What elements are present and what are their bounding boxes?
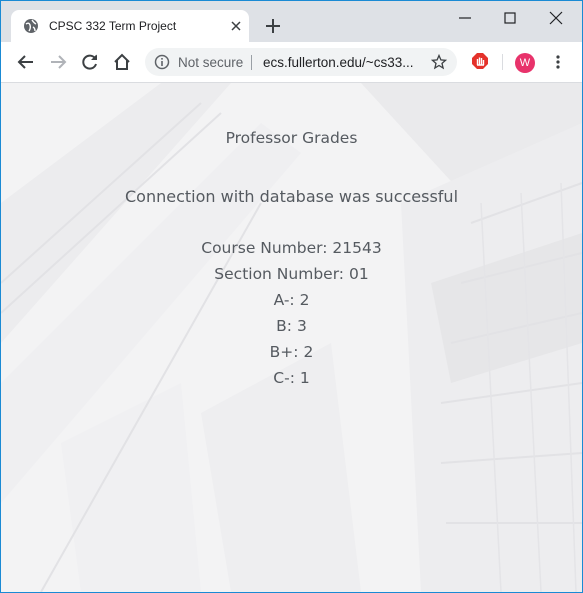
back-arrow-icon[interactable] [16,52,36,72]
reload-icon[interactable] [80,52,100,72]
connection-status: Connection with database was successful [124,187,459,206]
page-viewport: Professor Grades Connection with databas… [1,83,582,592]
minimize-icon[interactable] [456,9,474,27]
grade-count-a-minus: A-: 2 [273,291,310,309]
browser-window: CPSC 332 Term Project Not secure ecs.ful… [0,0,583,593]
toolbar-separator [502,54,503,70]
home-icon[interactable] [112,52,132,72]
more-menu-icon[interactable] [550,53,566,71]
background-architecture-image [1,83,582,592]
close-window-icon[interactable] [547,9,565,27]
grade-count-b: B: 3 [276,317,307,335]
url-text[interactable]: ecs.fullerton.edu/~cs33... [263,55,413,70]
title-bar: CPSC 332 Term Project [1,1,582,42]
adblock-extension-icon[interactable] [471,52,489,70]
grade-count-b-plus: B+: 2 [269,343,314,361]
section-number: Section Number: 01 [214,265,369,283]
address-separator [251,55,252,70]
grade-count-c-minus: C-: 1 [273,369,310,387]
toolbar: Not secure ecs.fullerton.edu/~cs33... [1,42,582,83]
tab-title: CPSC 332 Term Project [49,19,177,33]
new-tab-icon[interactable] [263,16,283,36]
not-secure-label[interactable]: Not secure [178,55,243,70]
tab-cpsc-332-term-project[interactable]: CPSC 332 Term Project [11,10,249,42]
course-number: Course Number: 21543 [201,239,382,257]
globe-icon [24,19,38,33]
forward-arrow-icon[interactable] [48,52,68,72]
page-title: Professor Grades [225,129,358,147]
info-icon[interactable] [154,54,170,70]
bookmark-star-icon[interactable] [431,54,447,70]
profile-avatar[interactable]: W [515,53,535,73]
maximize-icon[interactable] [501,9,519,27]
address-bar[interactable]: Not secure ecs.fullerton.edu/~cs33... [145,48,457,76]
close-tab-icon[interactable] [227,17,245,35]
